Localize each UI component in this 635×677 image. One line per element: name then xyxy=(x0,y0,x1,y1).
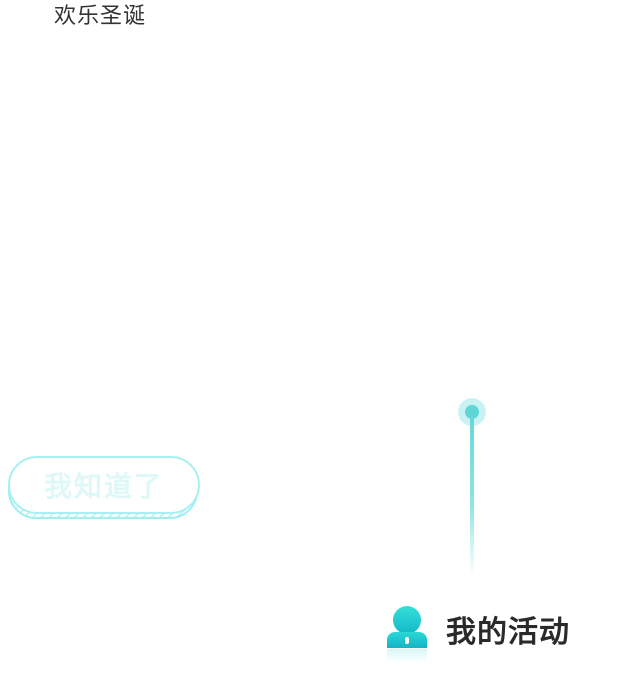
got-it-button-face[interactable]: 我知道了 xyxy=(8,456,200,514)
user-icon-head xyxy=(393,606,421,634)
my-activity-label: 我的活动 xyxy=(446,615,570,650)
my-activity-button[interactable]: 我的活动 xyxy=(386,602,570,663)
guide-line xyxy=(470,416,474,576)
got-it-button[interactable]: 我知道了 xyxy=(8,456,200,522)
got-it-label: 我知道了 xyxy=(43,470,164,503)
user-icon-reflection xyxy=(387,649,427,663)
guide-pointer xyxy=(458,398,488,578)
header-label: 欢乐圣诞 xyxy=(54,4,147,29)
user-icon-tie xyxy=(405,637,409,644)
page: 欢乐圣诞 我知道了 我的活动 xyxy=(0,0,635,677)
user-icon xyxy=(386,604,428,663)
